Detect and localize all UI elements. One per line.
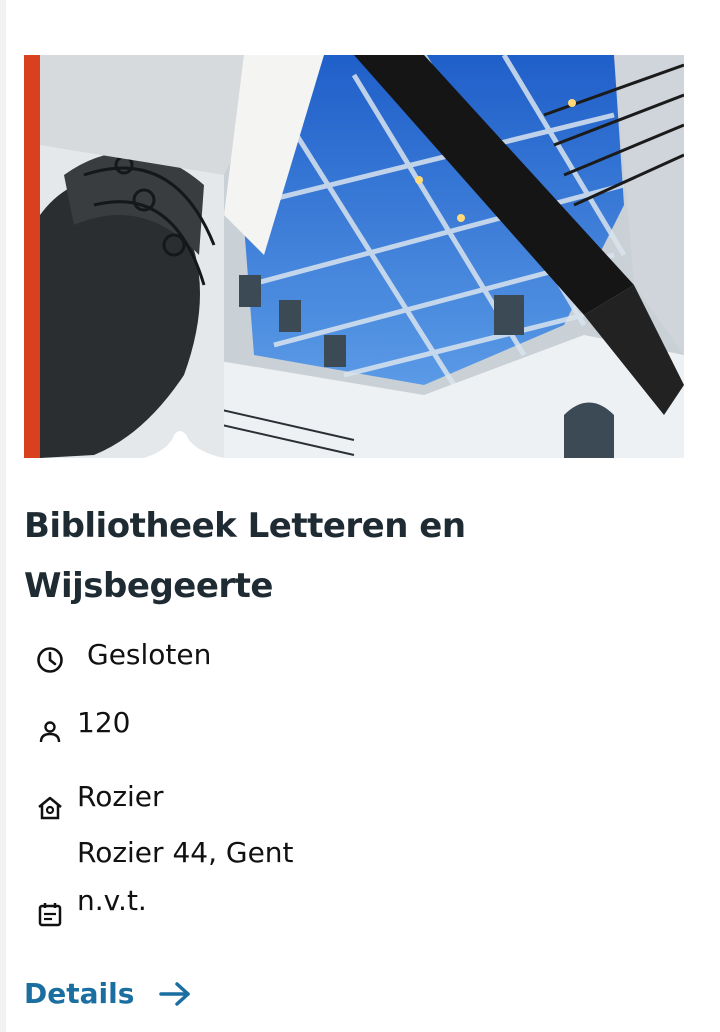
calendar-icon	[36, 900, 64, 935]
clock-icon	[36, 646, 64, 681]
details-label: Details	[24, 977, 135, 1010]
info-list: Gesloten 120 Rozier Rozier 44, Gent n.v.…	[24, 632, 684, 944]
location-name: Rozier	[77, 780, 164, 813]
capacity-row: 120	[24, 694, 684, 766]
status-row: Gesloten	[24, 632, 684, 694]
atrium-photo	[24, 55, 684, 458]
capacity-text: 120	[77, 706, 131, 739]
location-row: Rozier Rozier 44, Gent	[24, 766, 684, 884]
details-link[interactable]: Details	[24, 977, 192, 1010]
hero-image	[24, 55, 684, 458]
status-text: Gesloten	[87, 638, 212, 671]
page-edge	[0, 0, 6, 1032]
location-address: Rozier 44, Gent	[77, 836, 294, 869]
hero-accent-bar	[24, 55, 40, 458]
person-icon	[36, 718, 64, 753]
arrow-right-icon	[158, 980, 192, 1008]
location-title: Bibliotheek Letteren en Wijsbegeerte	[24, 506, 466, 606]
home-icon	[36, 794, 64, 829]
calendar-text: n.v.t.	[77, 884, 147, 917]
location-card: Bibliotheek Letteren en Wijsbegeerte Ges…	[24, 55, 684, 1010]
calendar-row: n.v.t.	[24, 884, 684, 944]
